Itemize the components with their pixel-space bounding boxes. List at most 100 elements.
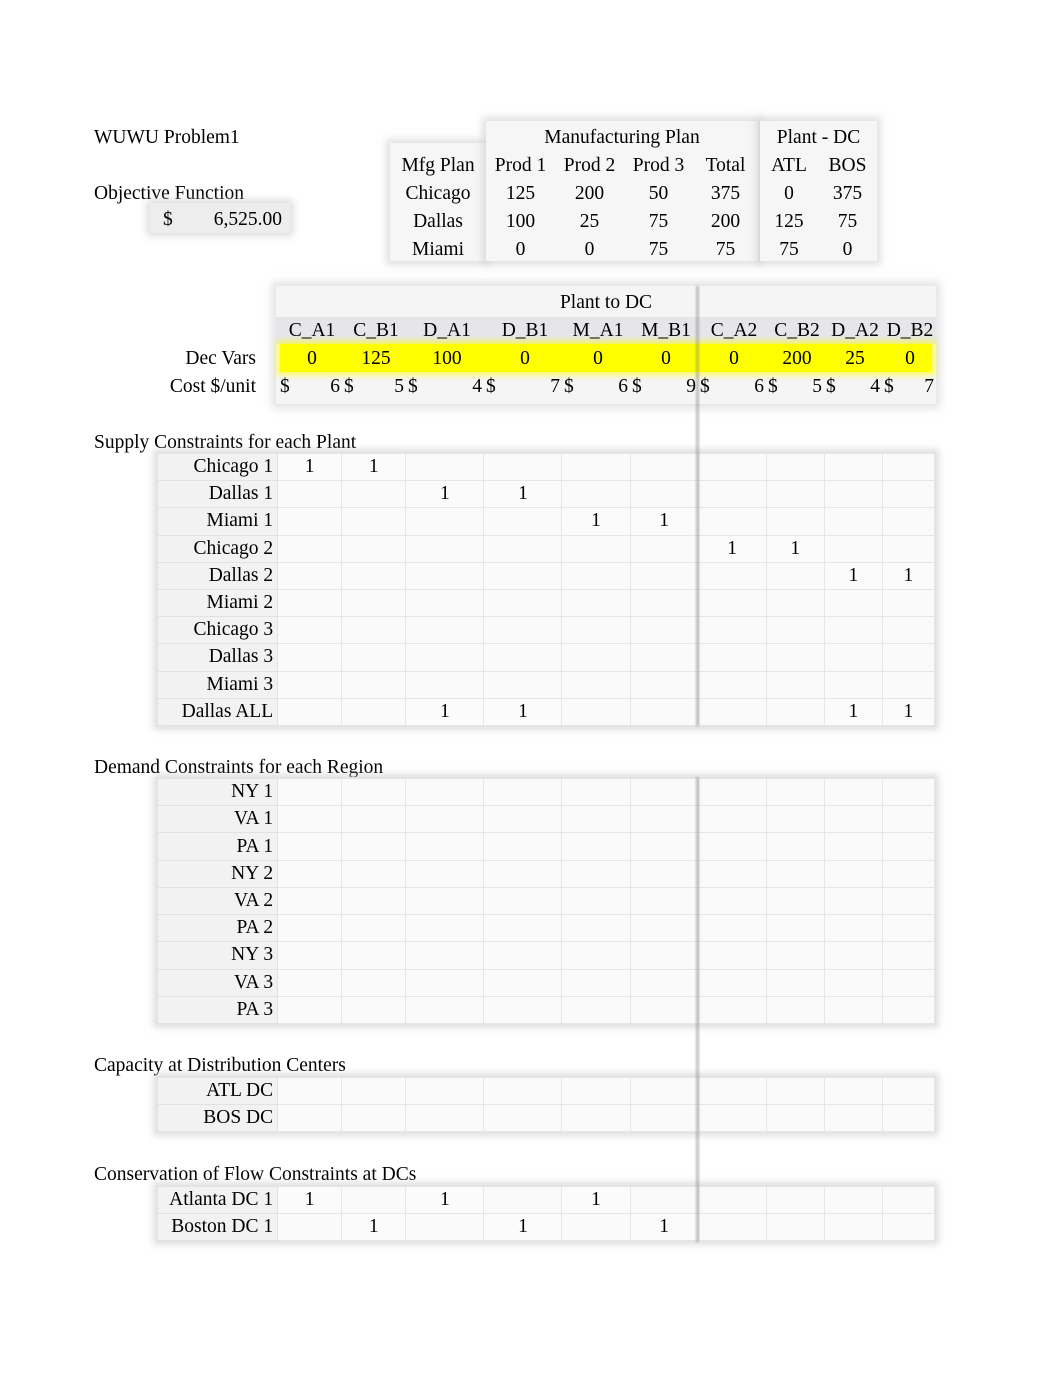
constraint-cell[interactable] — [881, 832, 936, 861]
constraint-cell[interactable] — [823, 670, 883, 699]
constraint-cell[interactable] — [277, 1077, 343, 1105]
constraint-cell[interactable] — [561, 480, 631, 509]
constraint-cell[interactable] — [341, 886, 407, 916]
constraint-cell[interactable] — [629, 561, 699, 590]
constraint-cell[interactable] — [277, 886, 343, 916]
constraint-cell[interactable] — [483, 914, 563, 943]
constraint-cell[interactable] — [561, 777, 631, 807]
constraint-cell[interactable] — [341, 534, 407, 563]
cost-cell[interactable]: 4 — [426, 376, 482, 398]
constraint-cell[interactable] — [561, 670, 631, 699]
constraint-cell[interactable] — [697, 616, 767, 645]
mfg-cell-bos[interactable]: 75 — [818, 211, 877, 233]
constraint-cell[interactable] — [765, 1077, 825, 1105]
constraint-cell[interactable] — [765, 886, 825, 916]
constraint-cell[interactable] — [697, 643, 767, 672]
constraint-cell[interactable] — [697, 805, 767, 834]
constraint-cell[interactable] — [561, 1104, 631, 1132]
mfg-cell-prod3[interactable]: 75 — [624, 211, 693, 233]
constraint-cell[interactable] — [823, 1077, 883, 1105]
constraint-cell[interactable] — [277, 832, 343, 861]
constraint-cell[interactable] — [341, 1077, 407, 1105]
constraint-cell[interactable]: 1 — [341, 1213, 407, 1241]
mfg-cell-prod1[interactable]: 100 — [486, 211, 555, 233]
constraint-cell[interactable] — [765, 941, 825, 970]
constraint-cell[interactable] — [405, 616, 485, 645]
mfg-cell-bos[interactable]: 375 — [818, 183, 877, 205]
constraint-cell[interactable]: 1 — [765, 534, 825, 563]
constraint-cell[interactable] — [881, 914, 936, 943]
constraint-cell[interactable] — [765, 588, 825, 618]
constraint-cell[interactable] — [483, 452, 563, 482]
constraint-cell[interactable] — [823, 534, 883, 563]
constraint-cell[interactable] — [341, 588, 407, 618]
dec-var-cell[interactable]: 125 — [344, 348, 408, 370]
constraint-cell[interactable] — [629, 1104, 699, 1132]
dec-var-cell[interactable]: 0 — [486, 348, 564, 370]
constraint-cell[interactable] — [629, 616, 699, 645]
constraint-cell[interactable] — [561, 832, 631, 861]
constraint-cell[interactable] — [823, 452, 883, 482]
constraint-cell[interactable] — [405, 832, 485, 861]
constraint-cell[interactable] — [823, 968, 883, 997]
constraint-cell[interactable] — [341, 995, 407, 1025]
constraint-cell[interactable] — [483, 534, 563, 563]
constraint-cell[interactable] — [483, 616, 563, 645]
constraint-cell[interactable] — [697, 1213, 767, 1241]
constraint-cell[interactable] — [561, 995, 631, 1025]
constraint-cell[interactable] — [277, 697, 343, 727]
constraint-cell[interactable] — [341, 480, 407, 509]
constraint-cell[interactable]: 1 — [277, 452, 343, 482]
constraint-cell[interactable] — [483, 507, 563, 536]
constraint-cell[interactable] — [629, 670, 699, 699]
constraint-cell[interactable] — [881, 805, 936, 834]
constraint-cell[interactable] — [765, 777, 825, 807]
constraint-cell[interactable] — [483, 588, 563, 618]
constraint-cell[interactable] — [561, 886, 631, 916]
constraint-cell[interactable] — [341, 777, 407, 807]
constraint-cell[interactable] — [823, 995, 883, 1025]
constraint-cell[interactable] — [341, 561, 407, 590]
constraint-cell[interactable] — [765, 995, 825, 1025]
constraint-cell[interactable] — [561, 452, 631, 482]
constraint-cell[interactable] — [881, 452, 936, 482]
constraint-cell[interactable] — [483, 886, 563, 916]
constraint-cell[interactable] — [483, 941, 563, 970]
constraint-cell[interactable] — [697, 941, 767, 970]
constraint-cell[interactable] — [881, 1213, 936, 1241]
constraint-cell[interactable] — [823, 805, 883, 834]
constraint-cell[interactable] — [483, 643, 563, 672]
constraint-cell[interactable]: 1 — [629, 1213, 699, 1241]
constraint-cell[interactable] — [629, 534, 699, 563]
constraint-cell[interactable] — [823, 941, 883, 970]
constraint-cell[interactable] — [483, 777, 563, 807]
constraint-cell[interactable] — [561, 1213, 631, 1241]
constraint-cell[interactable] — [561, 616, 631, 645]
constraint-cell[interactable] — [405, 995, 485, 1025]
constraint-cell[interactable] — [765, 914, 825, 943]
constraint-cell[interactable] — [765, 1186, 825, 1214]
constraint-cell[interactable] — [405, 1213, 485, 1241]
constraint-cell[interactable] — [277, 534, 343, 563]
constraint-cell[interactable] — [405, 968, 485, 997]
constraint-cell[interactable] — [629, 643, 699, 672]
constraint-cell[interactable]: 1 — [561, 507, 631, 536]
constraint-cell[interactable] — [277, 480, 343, 509]
constraint-cell[interactable] — [629, 914, 699, 943]
constraint-cell[interactable]: 1 — [483, 480, 563, 509]
constraint-cell[interactable] — [881, 480, 936, 509]
constraint-cell[interactable] — [697, 914, 767, 943]
constraint-cell[interactable] — [277, 1104, 343, 1132]
constraint-cell[interactable] — [405, 452, 485, 482]
constraint-cell[interactable] — [629, 1077, 699, 1105]
mfg-cell-prod1[interactable]: 0 — [486, 239, 555, 261]
constraint-cell[interactable] — [483, 561, 563, 590]
constraint-cell[interactable] — [823, 886, 883, 916]
cost-cell[interactable]: 6 — [582, 376, 628, 398]
constraint-cell[interactable] — [823, 643, 883, 672]
constraint-cell[interactable] — [277, 805, 343, 834]
constraint-cell[interactable] — [341, 1104, 407, 1132]
mfg-cell-prod2[interactable]: 200 — [555, 183, 624, 205]
constraint-cell[interactable] — [765, 507, 825, 536]
constraint-cell[interactable] — [277, 859, 343, 888]
